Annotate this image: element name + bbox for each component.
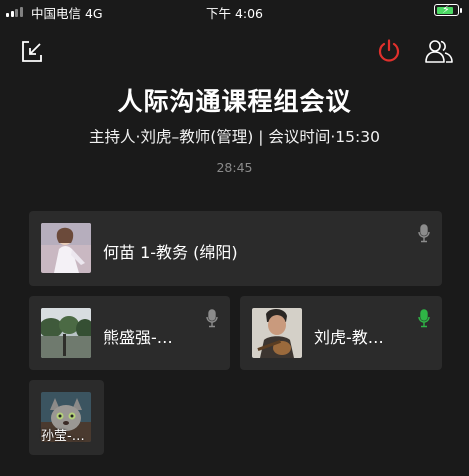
avatar-trees-landscape-icon xyxy=(41,308,91,358)
participant-name: 孙莹-… xyxy=(41,429,85,444)
mic-speaking-icon xyxy=(418,309,430,328)
participant-tile[interactable]: 何苗 1-教务 (绵阳) xyxy=(29,211,442,286)
mic-muted-icon xyxy=(418,224,430,243)
participants-list-icon[interactable] xyxy=(424,38,454,64)
avatar-woman-white-dress-icon xyxy=(41,223,91,273)
participant-tile[interactable]: 熊盛强-… xyxy=(29,296,230,370)
meeting-duration-timer: 28:45 xyxy=(216,160,253,175)
participant-tile[interactable]: 孙莹-… xyxy=(29,380,104,455)
end-meeting-power-icon[interactable] xyxy=(376,38,402,64)
mic-muted-icon xyxy=(206,309,218,328)
meeting-title: 人际沟通课程组会议 xyxy=(117,87,352,116)
participant-name: 熊盛强-… xyxy=(103,328,173,347)
status-bar: 中国电信 4G 下午 4:06 ⚡ xyxy=(0,0,469,22)
avatar-man-guitar-icon xyxy=(252,308,302,358)
minimize-window-icon[interactable] xyxy=(20,40,44,64)
participant-name: 刘虎-教… xyxy=(314,328,384,347)
participant-name: 何苗 1-教务 (绵阳) xyxy=(103,243,238,262)
meeting-host-and-time: 主持人·刘虎–教师(管理) | 会议时间·15:30 xyxy=(89,128,380,146)
battery-icon: ⚡ xyxy=(434,3,462,16)
clock-time: 下午 4:06 xyxy=(205,6,264,21)
participant-tile[interactable]: 刘虎-教… xyxy=(240,296,442,370)
